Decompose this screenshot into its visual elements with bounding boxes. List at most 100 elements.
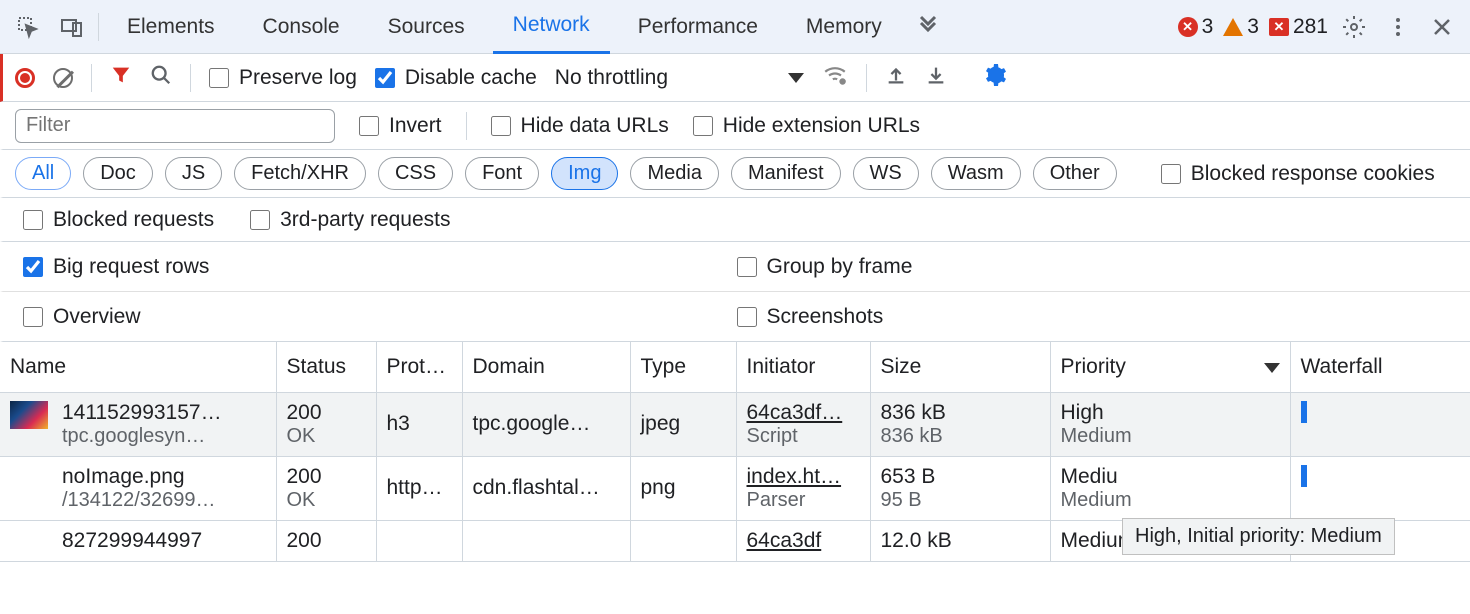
waterfall-bar: [1301, 401, 1307, 423]
thumbnail-icon: [10, 401, 48, 429]
filter-input[interactable]: [15, 109, 335, 143]
col-protocol[interactable]: Prot…: [376, 342, 462, 392]
cell-type: [630, 520, 736, 561]
filter-icon[interactable]: [110, 64, 132, 92]
kebab-icon[interactable]: [1380, 9, 1416, 45]
throttling-select[interactable]: No throttling: [555, 66, 804, 90]
cell-size: 653 B95 B: [870, 456, 1050, 520]
cell-initiator[interactable]: 64ca3df: [736, 520, 870, 561]
type-manifest[interactable]: Manifest: [731, 157, 841, 190]
download-har-icon[interactable]: [925, 64, 947, 92]
type-js[interactable]: JS: [165, 157, 222, 190]
error-count[interactable]: ✕3: [1178, 15, 1214, 39]
type-media[interactable]: Media: [630, 157, 718, 190]
divider: [466, 112, 467, 140]
type-css[interactable]: CSS: [378, 157, 453, 190]
cell-protocol: h3: [376, 392, 462, 456]
tab-network[interactable]: Network: [493, 0, 610, 54]
device-icon[interactable]: [54, 9, 90, 45]
waterfall-bar: [1301, 465, 1307, 487]
more-tabs-icon[interactable]: [910, 9, 946, 45]
settings-icon[interactable]: [1336, 9, 1372, 45]
third-party-checkbox[interactable]: 3rd-party requests: [250, 208, 450, 232]
cell-priority: HighMedium: [1050, 392, 1290, 456]
col-type[interactable]: Type: [630, 342, 736, 392]
cell-domain: tpc.google…: [462, 392, 630, 456]
hide-data-urls-checkbox[interactable]: Hide data URLs: [491, 114, 669, 138]
devtools-tabbar: Elements Console Sources Network Perform…: [0, 0, 1470, 54]
invert-checkbox[interactable]: Invert: [359, 114, 442, 138]
upload-har-icon[interactable]: [885, 64, 907, 92]
tab-elements[interactable]: Elements: [107, 0, 235, 54]
type-other[interactable]: Other: [1033, 157, 1117, 190]
cell-domain: [462, 520, 630, 561]
tab-memory[interactable]: Memory: [786, 0, 902, 54]
col-name[interactable]: Name: [0, 342, 276, 392]
type-img[interactable]: Img: [551, 157, 618, 190]
cell-priority: MediuMedium: [1050, 456, 1290, 520]
divider: [98, 13, 99, 41]
cell-size: 836 kB836 kB: [870, 392, 1050, 456]
cell-name: 141152993157…tpc.googlesyn…: [0, 392, 276, 456]
col-domain[interactable]: Domain: [462, 342, 630, 392]
overview-checkbox[interactable]: Overview: [23, 305, 141, 329]
cell-type: jpeg: [630, 392, 736, 456]
warning-count[interactable]: 3: [1223, 15, 1259, 39]
record-button[interactable]: [15, 68, 35, 88]
close-icon[interactable]: [1424, 9, 1460, 45]
inspect-icon[interactable]: [10, 9, 46, 45]
table-row[interactable]: noImage.png/134122/32699… 200OK http… cd…: [0, 456, 1470, 520]
divider: [91, 64, 92, 92]
group-by-frame-checkbox[interactable]: Group by frame: [737, 255, 913, 279]
screenshots-checkbox[interactable]: Screenshots: [737, 305, 884, 329]
type-filter-row: All Doc JS Fetch/XHR CSS Font Img Media …: [0, 150, 1470, 198]
tab-performance[interactable]: Performance: [618, 0, 778, 54]
tab-console[interactable]: Console: [243, 0, 360, 54]
tab-sources[interactable]: Sources: [368, 0, 485, 54]
blocked-cookies-checkbox[interactable]: Blocked response cookies: [1161, 162, 1435, 186]
divider: [866, 64, 867, 92]
cell-name: noImage.png/134122/32699…: [0, 456, 276, 520]
view-options-row-2: Overview Screenshots: [0, 292, 1470, 342]
cell-name: 827299944997: [0, 520, 276, 561]
divider: [190, 64, 191, 92]
hide-extension-urls-checkbox[interactable]: Hide extension URLs: [693, 114, 920, 138]
network-settings-icon[interactable]: [983, 63, 1007, 93]
network-conditions-icon[interactable]: [822, 62, 848, 94]
col-status[interactable]: Status: [276, 342, 376, 392]
cell-protocol: [376, 520, 462, 561]
blocked-requests-checkbox[interactable]: Blocked requests: [23, 208, 214, 232]
cell-status: 200: [276, 520, 376, 561]
table-header-row: Name Status Prot… Domain Type Initiator …: [0, 342, 1470, 392]
sort-desc-icon: [1264, 363, 1280, 373]
type-all[interactable]: All: [15, 157, 71, 190]
big-rows-checkbox[interactable]: Big request rows: [23, 255, 209, 279]
type-fetch[interactable]: Fetch/XHR: [234, 157, 366, 190]
network-toolbar: Preserve log Disable cache No throttling: [0, 54, 1470, 102]
type-font[interactable]: Font: [465, 157, 539, 190]
col-priority[interactable]: Priority: [1050, 342, 1290, 392]
cell-initiator[interactable]: index.ht…Parser: [736, 456, 870, 520]
view-options-row-1: Big request rows Group by frame: [0, 242, 1470, 292]
cell-waterfall: [1290, 456, 1470, 520]
type-doc[interactable]: Doc: [83, 157, 153, 190]
type-ws[interactable]: WS: [853, 157, 919, 190]
disable-cache-checkbox[interactable]: Disable cache: [375, 66, 537, 90]
col-initiator[interactable]: Initiator: [736, 342, 870, 392]
col-waterfall[interactable]: Waterfall: [1290, 342, 1470, 392]
type-wasm[interactable]: Wasm: [931, 157, 1021, 190]
cell-waterfall: [1290, 392, 1470, 456]
chevron-down-icon: [788, 73, 804, 83]
status-group: ✕3 3 ✕281: [1178, 15, 1328, 39]
table-row[interactable]: 141152993157…tpc.googlesyn… 200OK h3 tpc…: [0, 392, 1470, 456]
search-icon[interactable]: [150, 64, 172, 92]
preserve-log-checkbox[interactable]: Preserve log: [209, 66, 357, 90]
cell-protocol: http…: [376, 456, 462, 520]
col-size[interactable]: Size: [870, 342, 1050, 392]
cell-initiator[interactable]: 64ca3df…Script: [736, 392, 870, 456]
cell-status: 200OK: [276, 392, 376, 456]
clear-button[interactable]: [53, 68, 73, 88]
message-count[interactable]: ✕281: [1269, 15, 1328, 39]
filter-bar: Invert Hide data URLs Hide extension URL…: [0, 102, 1470, 150]
priority-tooltip: High, Initial priority: Medium: [1122, 518, 1395, 555]
